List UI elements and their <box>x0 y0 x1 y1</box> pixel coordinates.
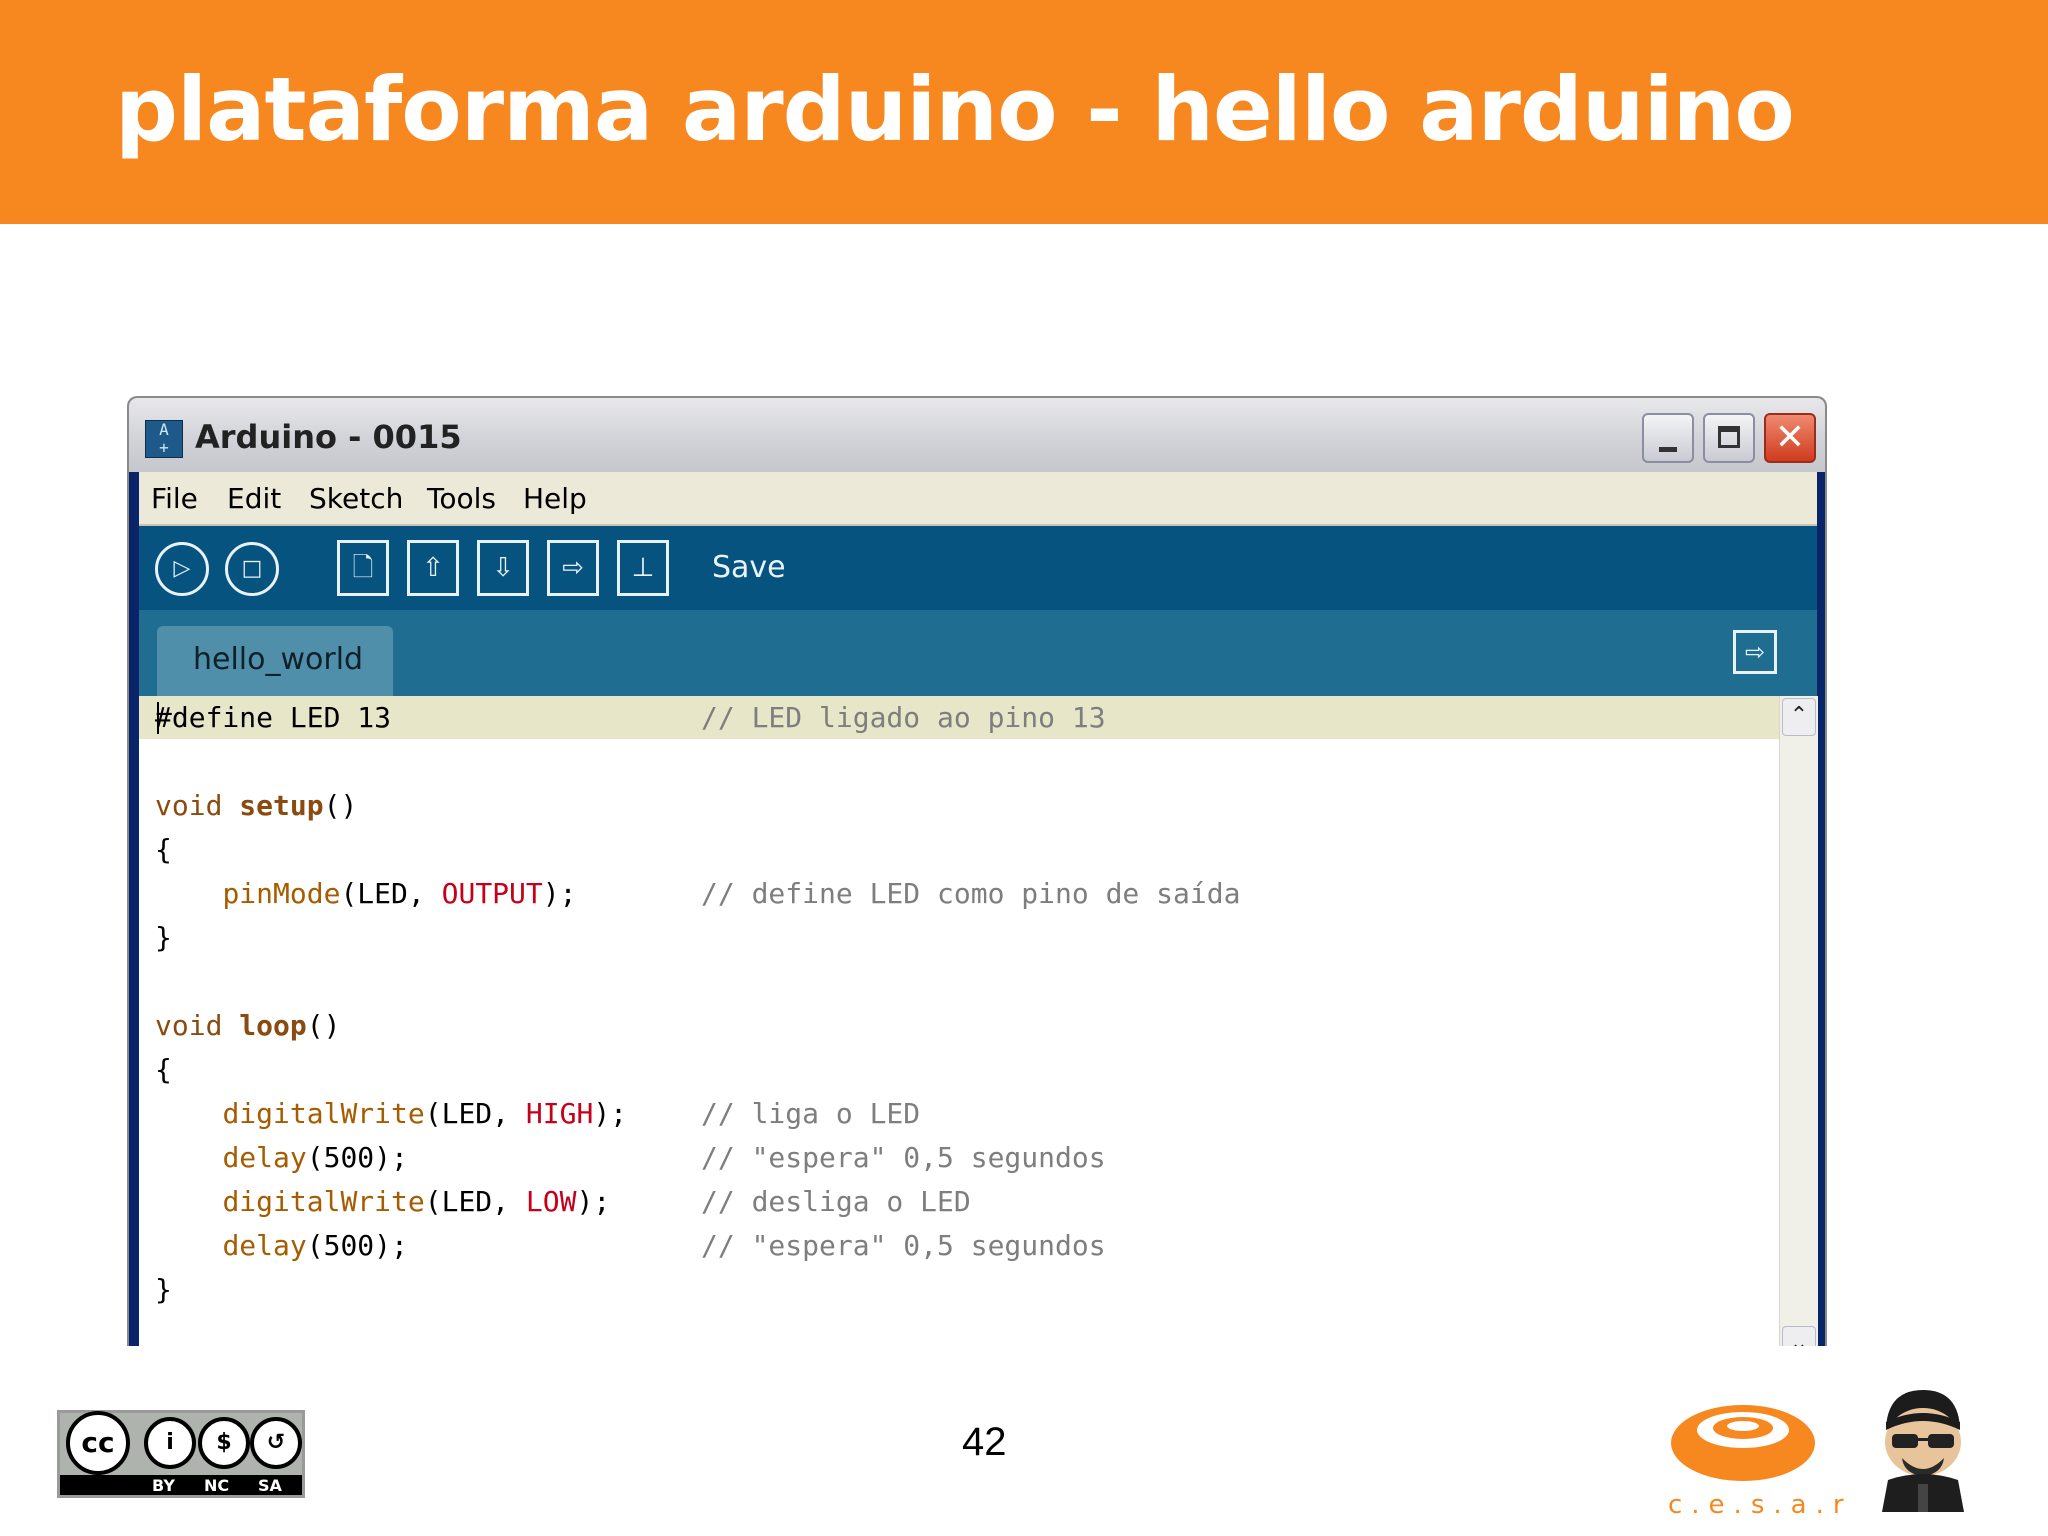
noncommercial-icon: $ <box>198 1417 250 1469</box>
cc-labels: BY NC SA <box>60 1475 302 1495</box>
mascot-icon <box>1882 1390 1964 1512</box>
maximize-icon <box>1718 426 1740 448</box>
window-titlebar[interactable]: A + Arduino - 0015 ✕ <box>129 398 1825 472</box>
code-line: digitalWrite(LED, LOW);// desliga o LED <box>222 1185 971 1218</box>
slide-title: plataforma arduino - hello arduino <box>115 58 1795 161</box>
menu-help[interactable]: Help <box>523 482 587 515</box>
code-line: #define LED 13// LED ligado ao pino 13 <box>155 701 1106 734</box>
menu-sketch[interactable]: Sketch <box>309 482 403 515</box>
code-line: pinMode(LED, OUTPUT);// define LED como … <box>222 877 1241 910</box>
verify-icon[interactable]: ▷ <box>155 542 209 596</box>
cesar-wordmark: c.e.s.a.r <box>1668 1490 1853 1520</box>
cc-label-nc: NC <box>204 1476 230 1495</box>
menu-file[interactable]: File <box>151 482 198 515</box>
code-line: } <box>155 921 172 954</box>
toolbar: ▷ □ 🗋 ⇧ ⇩ ⇨ ⊥ Save <box>139 526 1817 610</box>
toolbar-hover-label: Save <box>712 550 786 585</box>
vertical-scrollbar[interactable]: ⌃ ⌄ <box>1779 696 1818 1346</box>
tab-bar: hello_world ⇨ <box>139 610 1817 696</box>
serial-monitor-icon[interactable]: ⊥ <box>617 540 669 596</box>
tab-label: hello_world <box>193 642 364 677</box>
code-line: void setup() <box>155 789 358 822</box>
arduino-app-icon[interactable]: A + <box>145 420 183 458</box>
minimize-button[interactable] <box>1642 413 1694 463</box>
sharealike-icon: ↺ <box>250 1417 302 1469</box>
tab-menu-icon[interactable]: ⇨ <box>1733 630 1777 674</box>
page-number: 42 <box>962 1420 1007 1464</box>
code-line: delay(500);// "espera" 0,5 segundos <box>222 1141 1106 1174</box>
close-button[interactable]: ✕ <box>1764 413 1816 463</box>
cesar-logo-icon <box>1671 1405 1815 1481</box>
code-line: { <box>155 833 172 866</box>
code-line: void loop() <box>155 1009 341 1042</box>
maximize-button[interactable] <box>1703 413 1755 463</box>
code-line: } <box>155 1273 172 1306</box>
save-icon[interactable]: ⇩ <box>477 540 529 596</box>
cc-icon: cc <box>66 1411 130 1475</box>
menu-bar: File Edit Sketch Tools Help <box>139 472 1817 526</box>
scroll-down-icon[interactable]: ⌄ <box>1782 1326 1816 1346</box>
stop-icon[interactable]: □ <box>225 542 279 596</box>
minimize-icon <box>1659 447 1677 452</box>
cc-label-by: BY <box>152 1476 175 1495</box>
menu-edit[interactable]: Edit <box>227 482 281 515</box>
creative-commons-badge: cc i $ ↺ BY NC SA <box>57 1410 305 1498</box>
code-line: { <box>155 1053 172 1086</box>
cc-label-sa: SA <box>258 1476 282 1495</box>
close-icon: ✕ <box>1774 417 1806 458</box>
menu-tools[interactable]: Tools <box>427 482 496 515</box>
scroll-up-icon[interactable]: ⌃ <box>1782 698 1816 736</box>
open-icon[interactable]: ⇧ <box>407 540 459 596</box>
code-line: digitalWrite(LED, HIGH);// liga o LED <box>222 1097 921 1130</box>
window-title: Arduino - 0015 <box>195 418 462 456</box>
code-editor[interactable]: #define LED 13// LED ligado ao pino 13 v… <box>139 696 1779 1346</box>
attribution-icon: i <box>144 1417 196 1469</box>
new-icon[interactable]: 🗋 <box>337 540 389 596</box>
arduino-window: A + Arduino - 0015 ✕ File Edit Sketch Too… <box>127 396 1827 1346</box>
code-line: delay(500);// "espera" 0,5 segundos <box>222 1229 1106 1262</box>
tab-hello-world[interactable]: hello_world <box>157 626 393 696</box>
upload-icon[interactable]: ⇨ <box>547 540 599 596</box>
